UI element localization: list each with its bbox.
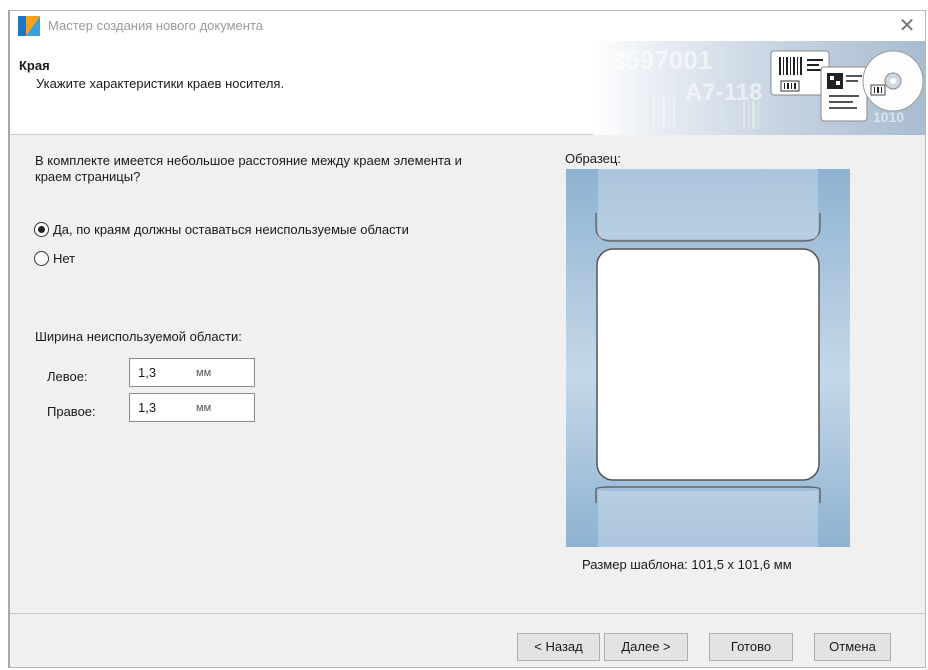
template-size-text: Размер шаблона: 101,5 x 101,6 мм	[582, 557, 792, 572]
option-no-label: Нет	[53, 251, 76, 266]
left-margin-value[interactable]: 1,3	[138, 365, 196, 380]
right-margin-unit: мм	[196, 401, 212, 414]
cancel-button[interactable]: Отмена	[814, 633, 891, 661]
option-yes-label: Да, по краям должны оставаться неиспольз…	[53, 222, 409, 237]
right-margin-field[interactable]: 1,3 мм	[129, 393, 255, 422]
window-title: Мастер создания нового документа	[48, 18, 263, 33]
wizard-header: Края Укажите характеристики краев носите…	[10, 41, 925, 135]
back-button[interactable]: < Назад	[517, 633, 600, 661]
step-subtitle: Укажите характеристики краев носителя.	[36, 76, 285, 91]
step-title: Края	[19, 58, 50, 73]
header-banner-graphic: 3597001 A7-118 1010	[593, 41, 925, 135]
sample-label: Образец:	[565, 151, 621, 166]
next-button[interactable]: Далее >	[604, 633, 688, 661]
footer-divider	[10, 613, 925, 614]
right-margin-label: Правое:	[47, 404, 96, 419]
wizard-window: Мастер создания нового документа ✕ Края …	[8, 10, 926, 668]
left-margin-field[interactable]: 1,3 мм	[129, 358, 255, 387]
label-roll-preview-icon	[595, 169, 821, 547]
radio-yes[interactable]	[34, 222, 49, 237]
finish-button[interactable]: Готово	[709, 633, 793, 661]
option-yes-unused-areas[interactable]: Да, по краям должны оставаться неиспольз…	[34, 222, 409, 237]
app-logo-icon	[18, 16, 40, 36]
unused-width-label: Ширина неиспользуемой области:	[35, 329, 242, 344]
radio-no[interactable]	[34, 251, 49, 266]
labels-illustration-icon	[653, 50, 924, 129]
sample-preview	[566, 169, 850, 547]
option-no[interactable]: Нет	[34, 251, 75, 266]
left-margin-label: Левое:	[47, 369, 88, 384]
right-margin-value[interactable]: 1,3	[138, 400, 196, 415]
title-bar: Мастер создания нового документа ✕	[10, 11, 925, 41]
left-margin-unit: мм	[196, 366, 212, 379]
margin-question: В комплекте имеется небольшое расстояние…	[35, 153, 462, 184]
close-button[interactable]: ✕	[895, 13, 919, 37]
